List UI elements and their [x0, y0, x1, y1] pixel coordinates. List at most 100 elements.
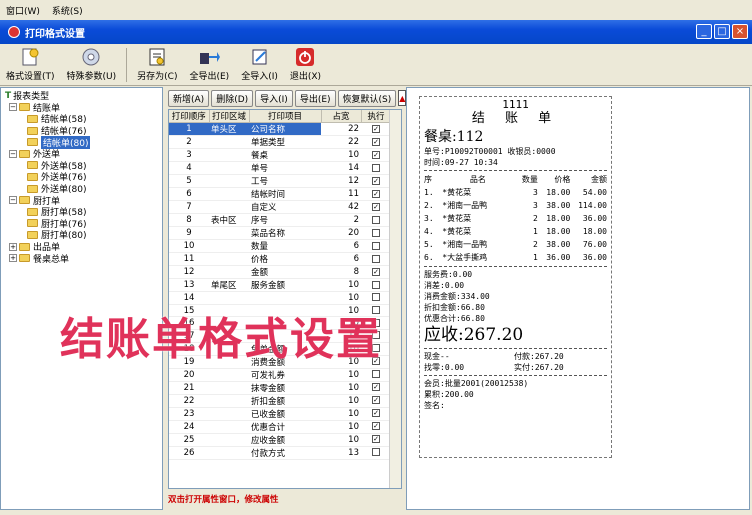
header-execute[interactable]: 执行: [361, 110, 392, 123]
table-row[interactable]: 3 餐桌 10 ✓: [169, 148, 391, 162]
tree-group-dish-out[interactable]: + 出品单: [5, 241, 162, 253]
tree-item[interactable]: 结帐单(58): [5, 113, 162, 125]
tree-item[interactable]: 外送单(58): [5, 160, 162, 172]
table-row[interactable]: 10 数量 6: [169, 239, 391, 253]
execute-checkbox[interactable]: [372, 293, 380, 302]
receipt-item-cell: 18.00: [582, 227, 607, 236]
table-row[interactable]: 6 结帐时间 11 ✓: [169, 187, 391, 201]
delete-button[interactable]: 删除(D): [211, 89, 254, 107]
execute-checkbox[interactable]: [372, 163, 380, 172]
tree-item[interactable]: 厨打单(76): [5, 218, 162, 230]
minimize-button[interactable]: _: [696, 24, 712, 39]
header-print-item[interactable]: 打印项目: [249, 110, 322, 123]
tree-item[interactable]: 结帐单(76): [5, 125, 162, 137]
execute-checkbox[interactable]: [372, 280, 380, 289]
collapse-icon[interactable]: −: [9, 149, 17, 158]
execute-checkbox[interactable]: [372, 241, 380, 250]
receipt-item-cell: 3: [533, 201, 538, 210]
export-button[interactable]: 导出(E): [294, 89, 336, 107]
cell-execute: ✓: [361, 187, 391, 201]
table-row[interactable]: 2 单据类型 22 ✓: [169, 135, 391, 149]
restore-default-button[interactable]: 恢复默认(S): [337, 89, 397, 107]
table-row[interactable]: 9 菜品名称 20: [169, 226, 391, 240]
execute-checkbox[interactable]: ✓: [372, 409, 380, 418]
expand-icon[interactable]: +: [9, 242, 17, 251]
receipt-item-cell: 38.00: [546, 201, 571, 210]
table-row[interactable]: 21 抹零金额 10 ✓: [169, 381, 391, 395]
table-row[interactable]: 24 优惠合计 10 ✓: [169, 420, 391, 434]
table-row[interactable]: 7 自定义 42 ✓: [169, 200, 391, 214]
cell-width: 13: [321, 446, 361, 460]
table-row[interactable]: 4 单号 14: [169, 161, 391, 175]
execute-checkbox[interactable]: ✓: [372, 396, 380, 405]
import-all-button[interactable]: 全导入(I): [235, 47, 284, 85]
folder-icon: [19, 242, 30, 251]
execute-checkbox[interactable]: ✓: [372, 124, 380, 133]
receipt-item-cell: 2: [533, 240, 538, 249]
receipt-items: 序 品名 数量 价格 金额 1. *黄花菜 3 18.00 54.00 2. *湘南一品鸭 3…: [424, 173, 607, 264]
execute-checkbox[interactable]: [372, 228, 380, 237]
export-all-button[interactable]: 全导出(E): [183, 47, 235, 85]
table-row[interactable]: 22 折扣金额 10 ✓: [169, 394, 391, 408]
table-row[interactable]: 1 单头区 公司名称 22 ✓: [169, 122, 391, 136]
table-row[interactable]: 26 付款方式 13: [169, 446, 391, 460]
header-print-order[interactable]: 打印顺序: [169, 110, 210, 123]
execute-checkbox[interactable]: [372, 370, 380, 379]
execute-checkbox[interactable]: ✓: [372, 202, 380, 211]
tree-item-selected[interactable]: 结帐单(80): [5, 135, 162, 149]
tree-group-checkout[interactable]: − 结账单: [5, 102, 162, 114]
exit-button[interactable]: 退出(X): [284, 47, 327, 85]
execute-checkbox[interactable]: [372, 215, 380, 224]
header-print-region[interactable]: 打印区域: [209, 110, 250, 123]
maximize-button[interactable]: □: [714, 24, 730, 39]
tree-item[interactable]: 厨打单(80): [5, 229, 162, 241]
table-row[interactable]: 5 工号 12 ✓: [169, 174, 391, 188]
import-button[interactable]: 导入(I): [255, 89, 293, 107]
tree-item[interactable]: 外送单(80): [5, 183, 162, 195]
tree-item[interactable]: 厨打单(58): [5, 206, 162, 218]
expand-icon[interactable]: +: [9, 254, 17, 263]
table-row[interactable]: 20 可发礼券 10: [169, 368, 391, 382]
execute-checkbox[interactable]: [372, 448, 380, 457]
execute-checkbox[interactable]: ✓: [372, 435, 380, 444]
format-settings-button[interactable]: 格式设置(T): [0, 47, 61, 85]
special-params-button[interactable]: 特殊参数(U): [61, 47, 123, 85]
execute-checkbox[interactable]: ✓: [372, 137, 380, 146]
add-button[interactable]: 新增(A): [168, 89, 210, 107]
header-width[interactable]: 占宽: [321, 110, 362, 123]
menu-system[interactable]: 系统(S): [46, 4, 89, 17]
tree-group-table-summary[interactable]: + 餐桌总单: [5, 252, 162, 265]
execute-checkbox[interactable]: ✓: [372, 176, 380, 185]
cell-item: 餐桌: [249, 148, 321, 162]
table-row[interactable]: 13 单尾区 服务金额 10: [169, 278, 391, 292]
execute-checkbox[interactable]: ✓: [372, 422, 380, 431]
report-type-tree: T 报表类型 − 结账单 结帐单(58) 结帐单(76) 结帐单(80) − 外送单…: [0, 87, 163, 510]
collapse-icon[interactable]: −: [9, 103, 17, 112]
table-row[interactable]: 25 应收金额 10 ✓: [169, 433, 391, 447]
execute-checkbox[interactable]: ✓: [372, 383, 380, 392]
close-button[interactable]: ×: [732, 24, 748, 39]
table-row[interactable]: 23 已收金额 10 ✓: [169, 407, 391, 421]
cell-width: 8: [321, 265, 361, 279]
table-row[interactable]: 12 金额 8 ✓: [169, 265, 391, 279]
tree-item[interactable]: 外送单(76): [5, 171, 162, 183]
execute-checkbox[interactable]: ✓: [372, 150, 380, 159]
grid-scrollbar[interactable]: [389, 110, 401, 488]
tree-root[interactable]: T 报表类型: [5, 90, 162, 103]
menu-window[interactable]: 窗口(W): [0, 4, 46, 17]
cell-order: 22: [169, 394, 209, 408]
tree-group-delivery[interactable]: − 外送单: [5, 148, 162, 160]
execute-checkbox[interactable]: ✓: [372, 267, 380, 276]
execute-checkbox[interactable]: ✓: [372, 189, 380, 198]
save-as-button[interactable]: 另存为(C): [131, 47, 183, 85]
cell-region: [209, 135, 249, 149]
tree-group-kitchen[interactable]: − 厨打单: [5, 194, 162, 207]
receipt: 1111 结 账 单 餐桌:112 单号:P10092T00001 收银员:00…: [419, 96, 612, 458]
collapse-icon[interactable]: −: [9, 196, 17, 205]
table-row[interactable]: 11 价格 6: [169, 252, 391, 266]
folder-icon: [27, 114, 38, 123]
folder-icon: [27, 126, 38, 135]
cell-width: 10: [321, 420, 361, 434]
table-row[interactable]: 8 表中区 序号 2: [169, 213, 391, 227]
execute-checkbox[interactable]: [372, 254, 380, 263]
